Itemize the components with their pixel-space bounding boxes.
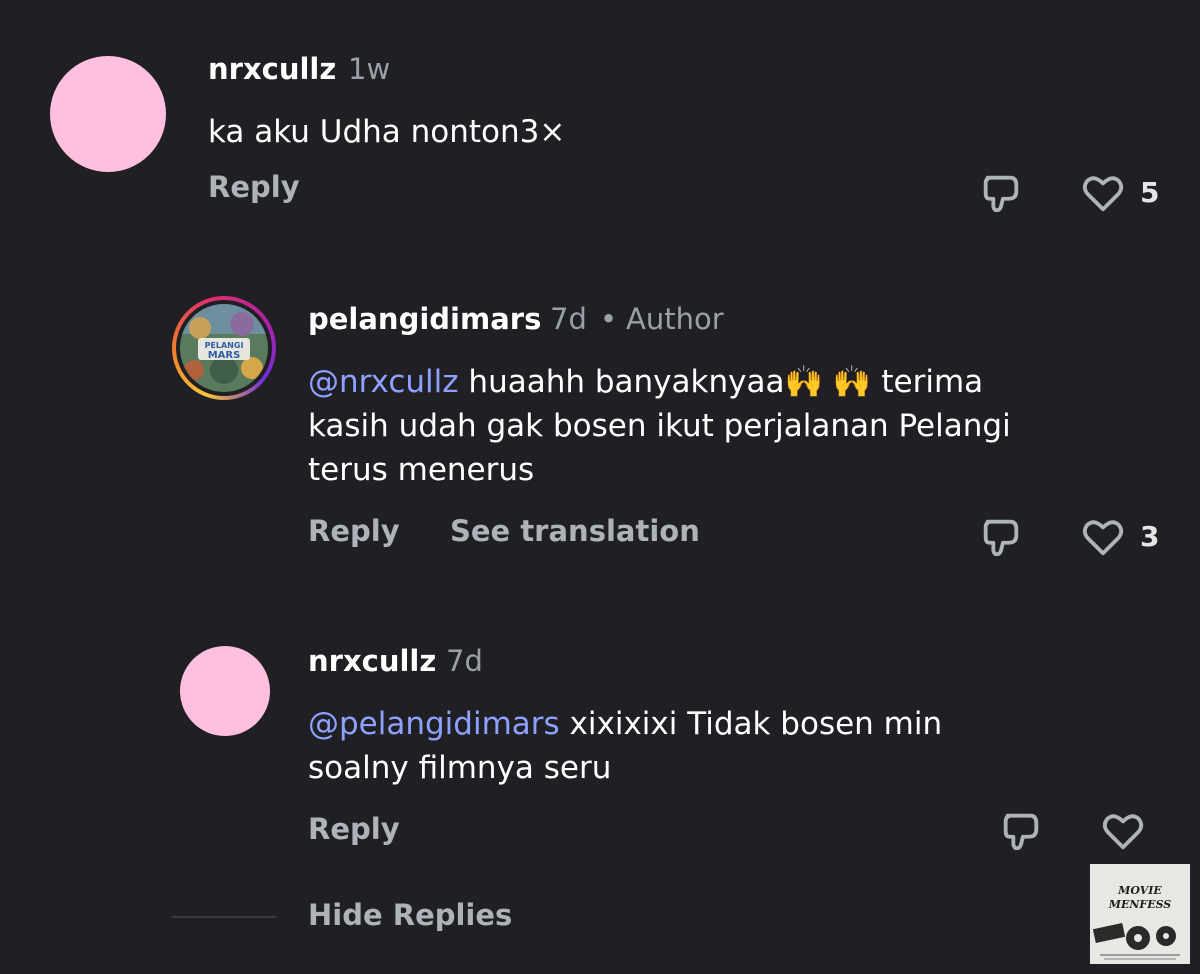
comment-text: ka aku Udha nonton3×: [208, 114, 566, 150]
comment-text: @nrxcullz huaahh banyaknyaa🙌 🙌 terima ka…: [308, 360, 1168, 492]
mention-link[interactable]: @nrxcullz: [308, 364, 459, 400]
author-badge: Author: [626, 302, 724, 336]
timestamp: 7d: [550, 302, 587, 336]
username[interactable]: pelangidimars: [308, 302, 541, 336]
username[interactable]: nrxcullz: [308, 644, 436, 678]
reply-button[interactable]: Reply: [308, 812, 400, 846]
text-line-3: terus menerus: [308, 452, 535, 488]
like-count: 5: [1140, 176, 1160, 209]
watermark-logo: MOVIE MENFESS: [1090, 864, 1190, 964]
reply-button[interactable]: Reply: [308, 514, 400, 548]
mention-link[interactable]: @pelangidimars: [308, 706, 560, 742]
heart-icon[interactable]: [1080, 170, 1126, 216]
hide-replies-button[interactable]: Hide Replies: [308, 898, 512, 932]
text-line-2: kasih udah gak bosen ikut perjalanan Pel…: [308, 408, 1011, 444]
like-count: 3: [1140, 520, 1160, 553]
meta-separator: •: [600, 302, 618, 336]
heart-icon[interactable]: [1100, 808, 1146, 854]
replies-divider: [172, 916, 276, 918]
author-avatar[interactable]: PELANGI MARS: [172, 296, 276, 400]
comment-text: @pelangidimars xixixixi Tidak bosen min …: [308, 702, 1168, 790]
watermark-line-2: MENFESS: [1108, 898, 1172, 911]
text-line-1: xixixixi Tidak bosen min: [559, 706, 943, 742]
thumbs-down-icon[interactable]: [978, 170, 1024, 216]
text-line-2: soalny filmnya seru: [308, 750, 612, 786]
heart-icon[interactable]: [1080, 514, 1126, 560]
avatar[interactable]: [180, 646, 270, 736]
reply-button[interactable]: Reply: [208, 170, 300, 204]
text-line-1: huaahh banyaknyaa🙌 🙌 terima: [458, 364, 984, 400]
avatar-text-top: PELANGI: [205, 341, 244, 350]
watermark-line-1: MOVIE: [1117, 884, 1162, 897]
avatar-ring: PELANGI MARS: [176, 300, 272, 396]
see-translation-button[interactable]: See translation: [450, 514, 700, 548]
timestamp: 1w: [348, 52, 391, 86]
avatar-text-bottom: MARS: [208, 350, 241, 361]
username[interactable]: nrxcullz: [208, 52, 336, 86]
thumbs-down-icon[interactable]: [998, 808, 1044, 854]
avatar[interactable]: [50, 56, 166, 172]
avatar-image: PELANGI MARS: [180, 304, 268, 392]
timestamp: 7d: [446, 644, 483, 678]
thumbs-down-icon[interactable]: [978, 514, 1024, 560]
